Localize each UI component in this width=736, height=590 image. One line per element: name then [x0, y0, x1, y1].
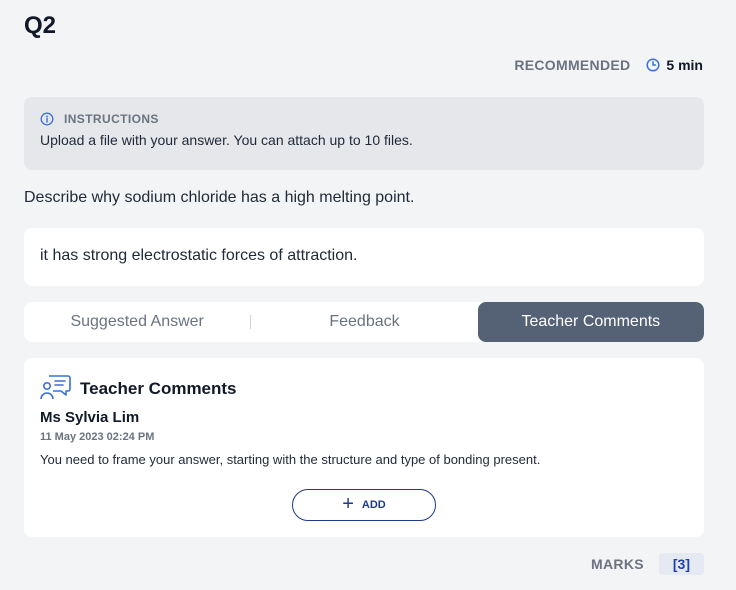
plus-icon: + [342, 493, 354, 515]
tab-teacher-comments[interactable]: Teacher Comments [477, 302, 704, 342]
add-comment-button[interactable]: + ADD [292, 489, 436, 521]
tab-feedback[interactable]: Feedback [251, 302, 477, 342]
question-prompt: Describe why sodium chloride has a high … [24, 189, 415, 206]
comment-date: 11 May 2023 02:24 PM [40, 431, 155, 443]
marks-value: [3] [658, 553, 704, 575]
comment-author: Ms Sylvia Lim [40, 409, 140, 426]
marks-row: MARKS [3] [591, 553, 704, 575]
recommended-time: RECOMMENDED 5 min [514, 57, 703, 73]
comment-text: You need to frame your answer, starting … [40, 452, 541, 467]
answer-tabs: Suggested Answer Feedback Teacher Commen… [24, 302, 704, 342]
tab-suggested-answer[interactable]: Suggested Answer [24, 302, 250, 342]
clock-icon [646, 58, 660, 72]
instructions-title: INSTRUCTIONS [64, 112, 159, 126]
chat-bubbles-icon [40, 374, 71, 404]
recommended-time-value: 5 min [666, 57, 703, 73]
teacher-comments-card: Teacher Comments Ms Sylvia Lim 11 May 20… [24, 358, 704, 537]
student-answer: it has strong electrostatic forces of at… [24, 228, 704, 286]
instructions-text: Upload a file with your answer. You can … [40, 132, 413, 148]
info-icon [40, 112, 54, 126]
comments-title: Teacher Comments [80, 379, 237, 398]
question-number: Q2 [24, 12, 57, 39]
add-button-label: ADD [361, 499, 386, 511]
marks-label: MARKS [591, 556, 644, 572]
recommended-label: RECOMMENDED [514, 57, 631, 73]
instructions-panel: INSTRUCTIONS Upload a file with your ans… [24, 97, 704, 170]
